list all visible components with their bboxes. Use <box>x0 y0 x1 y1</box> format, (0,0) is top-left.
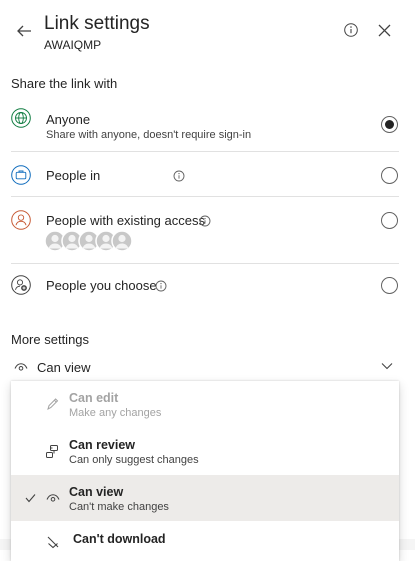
person-icon <box>11 210 31 230</box>
permission-menu: Can edit Make any changes Can review Can… <box>11 381 399 561</box>
divider <box>11 196 399 197</box>
person-add-icon <box>11 275 31 295</box>
radio-people-in[interactable] <box>381 167 398 184</box>
checkmark-icon <box>25 494 36 503</box>
info-icon[interactable] <box>199 215 211 227</box>
info-icon[interactable] <box>173 170 185 182</box>
option-people-you-choose-label: People you choose <box>46 278 157 293</box>
share-heading: Share the link with <box>11 76 118 91</box>
radio-people-you-choose[interactable] <box>381 277 398 294</box>
menu-item-can-edit: Can edit Make any changes <box>11 381 399 427</box>
option-people-in-label: People in <box>46 168 101 183</box>
page-subtitle: AWAIQMP <box>44 38 102 52</box>
pencil-icon <box>47 398 59 410</box>
radio-existing-access[interactable] <box>381 212 398 229</box>
avatar <box>111 230 133 252</box>
option-anyone-label: Anyone <box>46 112 91 127</box>
menu-item-can-review[interactable]: Can review Can only suggest changes <box>11 428 399 474</box>
more-settings-heading: More settings <box>11 332 90 347</box>
menu-item-subtitle: Can only suggest changes <box>69 454 199 466</box>
menu-item-title: Can review <box>69 438 136 452</box>
eye-icon <box>46 494 60 502</box>
close-icon[interactable] <box>378 24 391 37</box>
menu-item-subtitle: Make any changes <box>69 407 162 419</box>
globe-icon <box>11 108 31 128</box>
review-icon <box>46 445 58 458</box>
menu-item-cant-download[interactable]: Can't download <box>11 522 399 561</box>
permission-value: Can view <box>37 360 91 375</box>
eye-icon <box>14 363 28 371</box>
option-anyone-sublabel: Share with anyone, doesn't require sign-… <box>46 129 252 141</box>
divider <box>11 151 399 152</box>
menu-item-title: Can view <box>69 485 124 499</box>
no-download-icon <box>47 536 59 549</box>
briefcase-icon <box>11 165 31 185</box>
menu-item-can-view[interactable]: Can view Can't make changes <box>11 475 399 521</box>
chevron-down-icon <box>381 363 393 370</box>
menu-item-title: Can edit <box>69 391 119 405</box>
radio-anyone[interactable] <box>381 116 398 133</box>
menu-item-subtitle: Can't make changes <box>69 501 169 513</box>
divider <box>11 263 399 264</box>
info-icon[interactable] <box>155 280 167 292</box>
back-arrow-icon[interactable] <box>15 22 33 40</box>
avatar-stack <box>45 230 133 252</box>
menu-item-title: Can't download <box>73 532 166 546</box>
info-icon[interactable] <box>343 22 359 38</box>
option-existing-access-label: People with existing access <box>46 213 205 228</box>
page-title: Link settings <box>44 13 150 34</box>
